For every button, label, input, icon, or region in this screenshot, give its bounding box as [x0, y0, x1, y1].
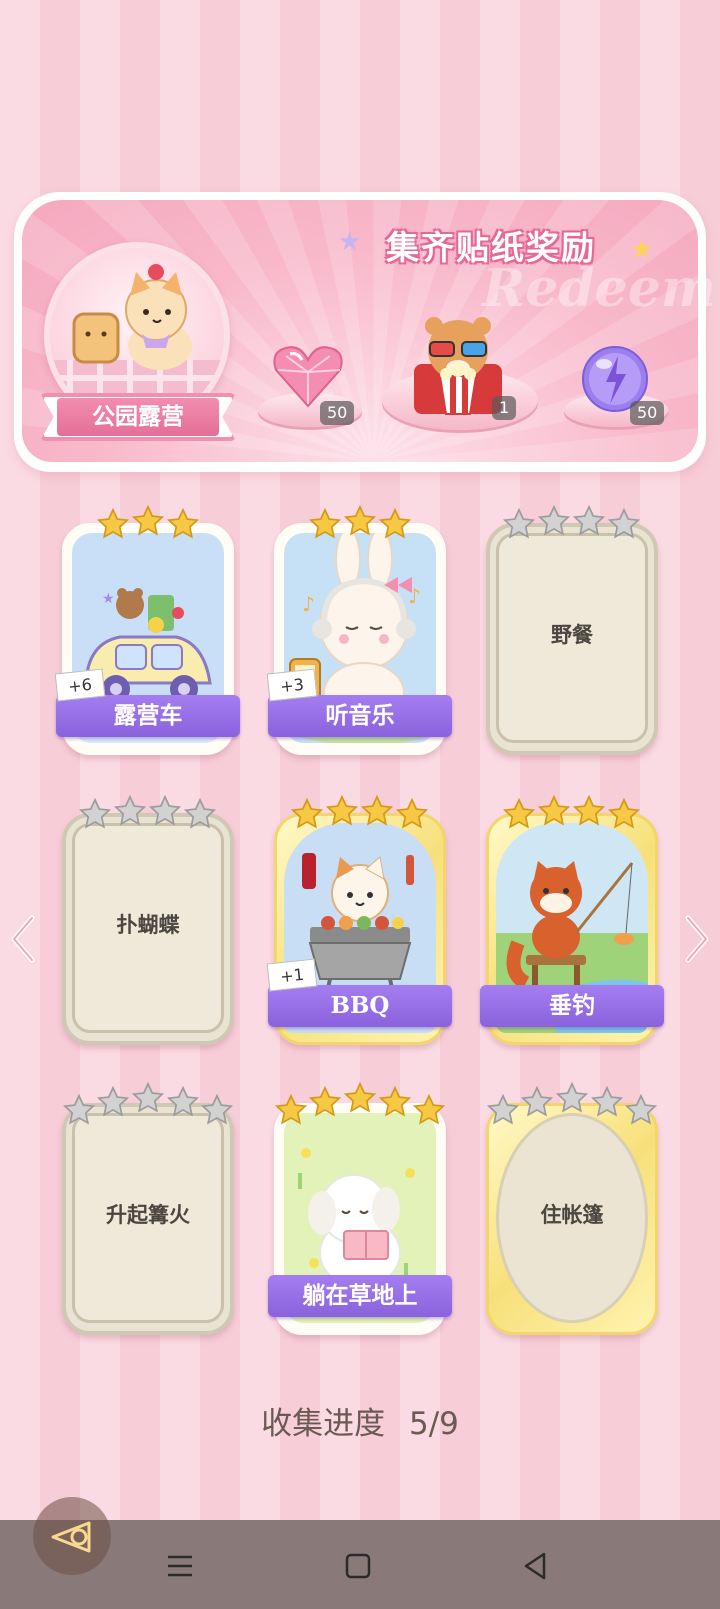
- silver-star-icon: [96, 1085, 130, 1117]
- gold-star-icon: [502, 797, 536, 829]
- gold-star-icon: [308, 507, 342, 539]
- floating-back-icon: [51, 1521, 91, 1553]
- card-bonus-badge: +3: [266, 668, 318, 702]
- menu-icon[interactable]: [160, 1546, 200, 1586]
- sticker-card[interactable]: BBQ +1: [266, 794, 452, 1045]
- gold-star-icon: [537, 794, 571, 826]
- card-stars: [62, 794, 234, 837]
- gold-star-icon: [378, 1085, 412, 1117]
- gold-star-icon: [360, 794, 394, 826]
- card-stars: [486, 1081, 658, 1127]
- card-name: 扑蝴蝶: [116, 912, 180, 937]
- silver-star-icon: [624, 1093, 658, 1125]
- gold-star-icon: [395, 797, 429, 829]
- silver-star-icon: [131, 1081, 165, 1113]
- card-stars: [486, 794, 658, 837]
- silver-star-icon: [148, 794, 182, 826]
- sticker-card-locked[interactable]: 住帐篷: [486, 1081, 658, 1335]
- gold-star-icon: [572, 794, 606, 826]
- sticker-card-locked[interactable]: 升起篝火: [62, 1081, 234, 1335]
- progress-value: 5/9: [408, 1406, 459, 1442]
- gold-star-icon: [412, 1093, 446, 1125]
- card-name: 垂钓: [480, 985, 664, 1027]
- card-bonus-badge: +1: [266, 958, 318, 992]
- gold-star-icon: [325, 794, 359, 826]
- reward-count: 1: [492, 396, 517, 420]
- card-stars: [486, 504, 658, 547]
- silver-star-icon: [183, 797, 217, 829]
- sticker-card[interactable]: 垂钓: [480, 794, 664, 1045]
- gold-star-icon: [166, 507, 200, 539]
- sticker-card[interactable]: ★ 露营车 +6: [54, 504, 240, 755]
- reward-count: 50: [630, 401, 665, 425]
- card-stars: [62, 1081, 234, 1127]
- card-name: 野餐: [551, 622, 593, 647]
- gold-star-icon: [343, 504, 377, 536]
- reward-heart-gem[interactable]: [270, 342, 346, 410]
- sticker-card-locked[interactable]: 扑蝴蝶: [62, 794, 234, 1045]
- svg-text:★: ★: [102, 591, 115, 607]
- gold-star-icon: [308, 1085, 342, 1117]
- sticker-card-locked[interactable]: 野餐: [486, 504, 658, 755]
- gold-star-icon: [96, 507, 130, 539]
- star-deco-icon: ★: [630, 235, 654, 265]
- card-stars: [274, 794, 446, 837]
- gold-star-icon: [378, 507, 412, 539]
- card-name: 住帐篷: [540, 1202, 604, 1227]
- card-stars: [274, 1081, 446, 1127]
- silver-star-icon: [502, 507, 536, 539]
- star-deco-icon: ★: [338, 227, 362, 257]
- card-bonus-badge: +6: [54, 668, 106, 702]
- home-icon[interactable]: [338, 1546, 378, 1586]
- floating-back-button[interactable]: [33, 1497, 111, 1575]
- card-name: 听音乐: [268, 695, 452, 737]
- gold-star-icon: [274, 1093, 308, 1125]
- card-name: BBQ: [268, 985, 452, 1027]
- silver-star-icon: [62, 1093, 96, 1125]
- banner-title: 集齐贴纸奖励: [386, 228, 596, 267]
- silver-star-icon: [537, 504, 571, 536]
- reward-count: 50: [320, 401, 355, 425]
- collection-progress: 收集进度 5/9: [0, 1398, 720, 1443]
- silver-star-icon: [555, 1081, 589, 1113]
- previous-page-arrow-icon[interactable]: [8, 914, 38, 964]
- silver-star-icon: [607, 507, 641, 539]
- card-name: 躺在草地上: [268, 1275, 452, 1317]
- gold-star-icon: [131, 504, 165, 536]
- silver-star-icon: [590, 1085, 624, 1117]
- silver-star-icon: [200, 1093, 234, 1125]
- card-name: 露营车: [56, 695, 240, 737]
- silver-star-icon: [520, 1085, 554, 1117]
- svg-text:♪: ♪: [408, 584, 421, 608]
- silver-star-icon: [572, 504, 606, 536]
- card-stars: [274, 504, 446, 547]
- silver-star-icon: [486, 1093, 520, 1125]
- gold-star-icon: [607, 797, 641, 829]
- next-page-arrow-icon[interactable]: [682, 914, 712, 964]
- progress-label: 收集进度: [261, 1406, 386, 1442]
- pink-heart-gem-icon: [273, 346, 343, 408]
- sticker-card[interactable]: 躺在草地上: [268, 1081, 452, 1335]
- album-name: 公园露营: [57, 398, 219, 436]
- sticker-card[interactable]: ♪ ♪ 听音乐 +3: [266, 504, 452, 755]
- card-name: 升起篝火: [106, 1202, 190, 1227]
- back-icon[interactable]: [516, 1546, 556, 1586]
- gold-star-icon: [343, 1081, 377, 1113]
- gold-star-icon: [290, 797, 324, 829]
- silver-star-icon: [113, 794, 147, 826]
- silver-star-icon: [78, 797, 112, 829]
- card-stars: [62, 504, 234, 547]
- silver-star-icon: [166, 1085, 200, 1117]
- svg-text:♪: ♪: [302, 592, 315, 616]
